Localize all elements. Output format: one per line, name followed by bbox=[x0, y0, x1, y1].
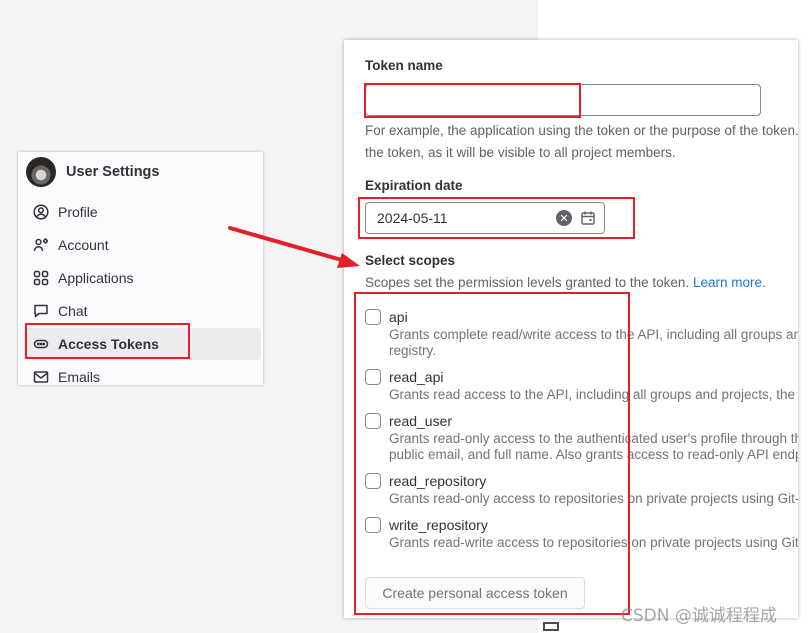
scope-checkbox-read-api[interactable] bbox=[365, 369, 381, 385]
scope-name: read_repository bbox=[389, 473, 487, 489]
scope-item-read-api: read_api Grants read access to the API, … bbox=[365, 367, 798, 403]
watermark: CSDN @诚诚程程成 bbox=[621, 606, 777, 626]
profile-icon bbox=[33, 204, 49, 220]
scope-description-2: public email, and full name. Also grants… bbox=[389, 447, 798, 462]
scope-checkbox-read-repository[interactable] bbox=[365, 473, 381, 489]
sidebar-item-profile[interactable]: Profile bbox=[24, 196, 261, 228]
chat-icon bbox=[33, 303, 49, 319]
token-form-panel: Token name For example, the application … bbox=[344, 40, 798, 618]
token-icon bbox=[33, 336, 49, 352]
scope-description: Grants read-only access to repositories … bbox=[389, 491, 798, 506]
token-name-input[interactable] bbox=[365, 84, 761, 116]
scope-item-read-repository: read_repository Grants read-only access … bbox=[365, 471, 798, 507]
scope-name: read_api bbox=[389, 369, 444, 385]
scope-description-2: registry. bbox=[389, 343, 437, 358]
scope-name: read_user bbox=[389, 413, 453, 429]
sidebar-item-label: Access Tokens bbox=[58, 336, 159, 352]
scope-name: api bbox=[389, 309, 408, 325]
scope-description: Grants read-write access to repositories… bbox=[389, 535, 798, 550]
applications-icon bbox=[33, 270, 49, 286]
calendar-icon[interactable] bbox=[580, 210, 596, 226]
sidebar-item-account[interactable]: Account bbox=[24, 229, 261, 261]
sidebar-item-applications[interactable]: Applications bbox=[24, 262, 261, 294]
sidebar-item-chat[interactable]: Chat bbox=[24, 295, 261, 327]
avatar[interactable] bbox=[26, 157, 56, 187]
window-icon bbox=[543, 622, 559, 631]
sidebar-item-label: Emails bbox=[58, 369, 101, 385]
background-right bbox=[538, 0, 808, 40]
token-name-help-2: the token, as it will be visible to all … bbox=[365, 145, 676, 160]
scope-description: Grants complete read/write access to the… bbox=[389, 327, 798, 342]
scope-description: Grants read access to the API, including… bbox=[389, 387, 798, 402]
create-token-button[interactable]: Create personal access token bbox=[365, 577, 585, 609]
mail-icon bbox=[33, 369, 49, 385]
token-name-label: Token name bbox=[365, 58, 443, 73]
scope-item-read-user: read_user Grants read-only access to the… bbox=[365, 411, 798, 463]
scope-checkbox-read-user[interactable] bbox=[365, 413, 381, 429]
expiration-date-label: Expiration date bbox=[365, 178, 463, 193]
user-settings-sidebar: User Settings Profile Account Applicatio… bbox=[18, 152, 263, 385]
sidebar-item-label: Applications bbox=[58, 270, 134, 286]
sidebar-title: User Settings bbox=[66, 164, 160, 180]
scopes-help: Scopes set the permission levels granted… bbox=[365, 272, 766, 293]
scope-item-write-repository: write_repository Grants read-write acces… bbox=[365, 515, 798, 551]
token-name-help: For example, the application using the t… bbox=[365, 123, 798, 138]
scopes-help-text: Scopes set the permission levels granted… bbox=[365, 275, 690, 290]
scope-name: write_repository bbox=[389, 517, 488, 533]
account-icon bbox=[33, 237, 49, 253]
sidebar-item-emails[interactable]: Emails bbox=[24, 361, 261, 385]
sidebar-item-label: Chat bbox=[58, 303, 88, 319]
learn-more-link[interactable]: Learn more. bbox=[693, 275, 766, 290]
sidebar-item-label: Profile bbox=[58, 204, 98, 220]
scope-checkbox-write-repository[interactable] bbox=[365, 517, 381, 533]
select-scopes-label: Select scopes bbox=[365, 253, 456, 268]
expiration-date-input[interactable]: 2024-05-11 ✕ bbox=[365, 202, 605, 234]
sidebar-item-label: Account bbox=[58, 237, 109, 253]
expiration-date-value: 2024-05-11 bbox=[377, 210, 448, 226]
sidebar-header: User Settings bbox=[26, 156, 159, 188]
sidebar-item-access-tokens[interactable]: Access Tokens bbox=[24, 328, 261, 360]
clear-date-icon[interactable]: ✕ bbox=[556, 210, 572, 226]
scope-checkbox-api[interactable] bbox=[365, 309, 381, 325]
scope-description: Grants read-only access to the authentic… bbox=[389, 431, 798, 446]
scope-item-api: api Grants complete read/write access to… bbox=[365, 307, 798, 359]
